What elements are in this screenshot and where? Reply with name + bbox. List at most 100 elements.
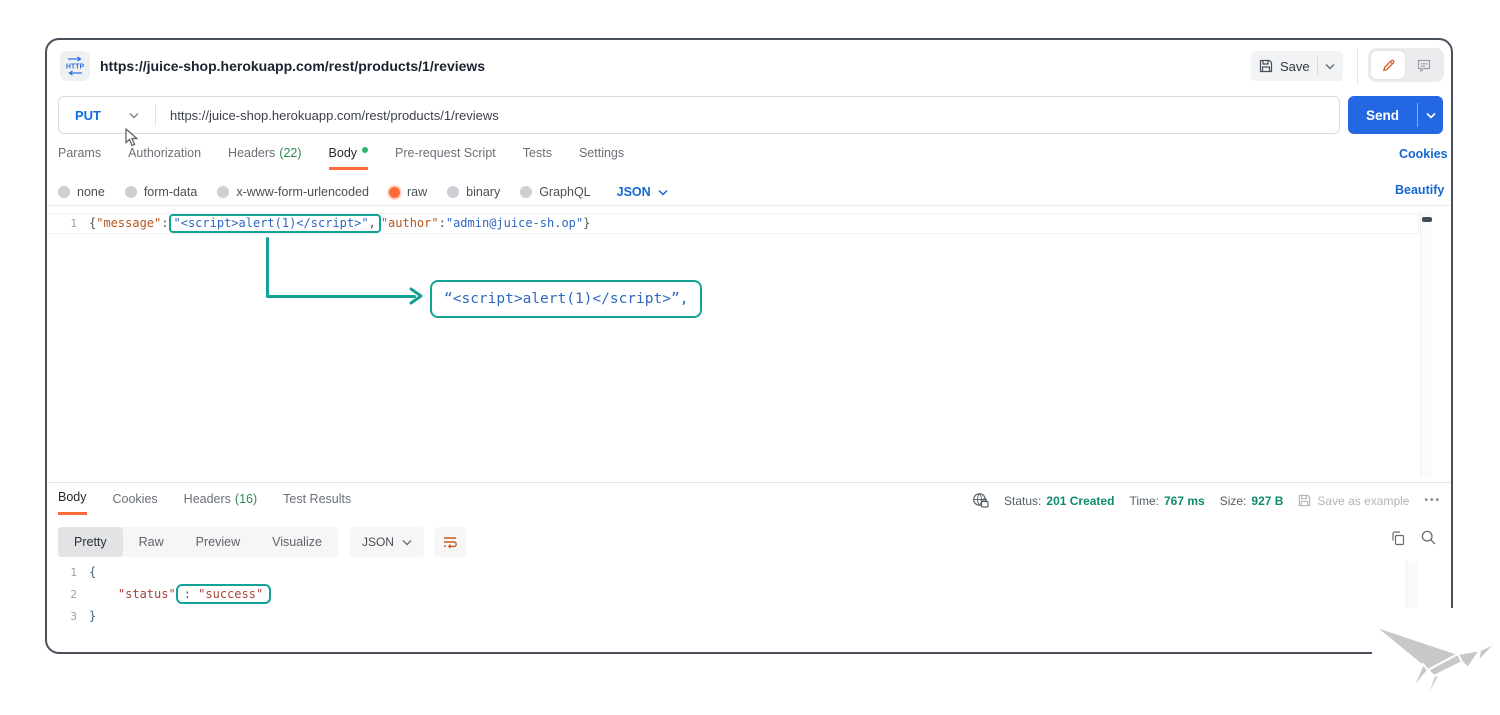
request-tabs: Params Authorization Headers(22) Body Pr…: [58, 146, 624, 172]
body-modified-dot: [362, 147, 368, 153]
annotation-connector-horizontal: [266, 295, 416, 298]
send-options-chevron-icon[interactable]: [1417, 103, 1443, 127]
mode-x-www-form-urlencoded[interactable]: x-www-form-urlencoded: [217, 185, 369, 199]
radio-icon[interactable]: [58, 186, 70, 198]
response-tab-cookies[interactable]: Cookies: [113, 489, 158, 515]
mode-raw[interactable]: raw: [389, 185, 427, 199]
floppy-icon: [1259, 59, 1273, 73]
language-dropdown[interactable]: JSON: [617, 185, 668, 199]
success-value-highlight: : "success": [176, 584, 271, 604]
response-tab-test-results[interactable]: Test Results: [283, 489, 351, 515]
annotation-arrowhead-icon: [408, 287, 424, 305]
response-line-2: 2 "status": "success": [47, 583, 1451, 605]
callout-text: “<script>alert(1)</script>”,: [444, 291, 688, 307]
request-body-editor[interactable]: 1 {"message":"<script>alert(1)</script>"…: [47, 205, 1451, 481]
radio-icon[interactable]: [217, 186, 229, 198]
http-request-icon: HTTP: [60, 51, 90, 81]
comment-icon: [1416, 57, 1432, 73]
view-tab-pretty[interactable]: Pretty: [58, 527, 123, 557]
mode-none[interactable]: none: [58, 185, 105, 199]
mode-graphql[interactable]: GraphQL: [520, 185, 590, 199]
body-mode-row: none form-data x-www-form-urlencoded raw…: [58, 182, 668, 202]
radio-selected-icon[interactable]: [389, 187, 400, 198]
save-button[interactable]: Save: [1251, 51, 1343, 81]
response-body-viewer: 1 { 2 "status": "success" 3 }: [47, 561, 1451, 627]
response-language-dropdown[interactable]: JSON: [350, 527, 424, 557]
tab-authorization[interactable]: Authorization: [128, 146, 201, 167]
time-badge: Time:767 ms: [1129, 494, 1204, 508]
divider: [1357, 48, 1358, 84]
response-tab-headers[interactable]: Headers(16): [184, 489, 257, 515]
divider: [47, 482, 1451, 483]
doc-comment-toggle: [1368, 48, 1444, 82]
radio-icon[interactable]: [125, 186, 137, 198]
tab-pre-request-script[interactable]: Pre-request Script: [395, 146, 496, 167]
response-meta: Status:201 Created Time:767 ms Size:927 …: [972, 492, 1441, 509]
wrap-lines-button[interactable]: [434, 527, 466, 557]
chevron-down-icon: [402, 539, 412, 546]
response-line-3: 3 }: [47, 605, 1451, 627]
editor-line-1[interactable]: 1 {"message":"<script>alert(1)</script>"…: [47, 213, 1419, 234]
tab-settings[interactable]: Settings: [579, 146, 624, 167]
language-value: JSON: [617, 185, 651, 199]
chevron-down-icon: [129, 112, 139, 119]
send-button-label: Send: [1348, 108, 1417, 123]
edit-mode-button[interactable]: [1371, 51, 1405, 79]
pencil-icon: [1381, 58, 1396, 73]
tab-headers[interactable]: Headers(22): [228, 146, 301, 167]
xss-payload-callout: “<script>alert(1)</script>”,: [430, 280, 702, 318]
send-button[interactable]: Send: [1348, 96, 1443, 134]
more-options-icon[interactable]: •••: [1424, 495, 1441, 506]
wrap-lines-icon: [442, 535, 458, 549]
mouse-cursor-icon: [125, 128, 141, 147]
copy-icon[interactable]: [1390, 530, 1406, 546]
request-title: https://juice-shop.herokuapp.com/rest/pr…: [100, 58, 485, 74]
url-input[interactable]: https://juice-shop.herokuapp.com/rest/pr…: [156, 108, 499, 123]
request-json-line: {"message":"<script>alert(1)</script>","…: [89, 214, 590, 233]
tab-body[interactable]: Body: [329, 146, 369, 170]
url-bar: PUT https://juice-shop.herokuapp.com/res…: [58, 96, 1340, 134]
mode-form-data[interactable]: form-data: [125, 185, 198, 199]
beautify-link[interactable]: Beautify: [1395, 183, 1444, 197]
annotation-connector-vertical: [266, 237, 269, 297]
save-options-chevron-icon[interactable]: [1325, 63, 1335, 70]
origami-bird-logo: [1368, 612, 1500, 714]
network-lock-icon[interactable]: [972, 492, 989, 509]
save-button-label: Save: [1280, 59, 1310, 74]
save-as-example-button[interactable]: Save as example: [1298, 494, 1409, 508]
screenshot-root: HTTP https://juice-shop.herokuapp.com/re…: [0, 0, 1500, 715]
cookies-link[interactable]: Cookies: [1399, 147, 1448, 161]
divider: [1317, 57, 1318, 75]
view-tab-visualize[interactable]: Visualize: [256, 527, 338, 557]
headers-count: (22): [279, 146, 301, 160]
search-icon[interactable]: [1420, 529, 1437, 546]
response-view-switcher: Pretty Raw Preview Visualize: [58, 527, 338, 557]
api-client-window: HTTP https://juice-shop.herokuapp.com/re…: [45, 38, 1453, 654]
floppy-icon: [1298, 494, 1311, 507]
response-line-1: 1 {: [47, 561, 1451, 583]
radio-icon[interactable]: [520, 186, 532, 198]
comments-button[interactable]: [1407, 51, 1441, 79]
tab-tests[interactable]: Tests: [523, 146, 552, 167]
response-actions: [1390, 529, 1437, 546]
view-tab-preview[interactable]: Preview: [180, 527, 256, 557]
response-toolbar: Pretty Raw Preview Visualize JSON: [58, 527, 466, 557]
radio-icon[interactable]: [447, 186, 459, 198]
status-badge: Status:201 Created: [1004, 494, 1114, 508]
xss-payload-highlight: "<script>alert(1)</script>",: [169, 214, 381, 233]
response-tabs: Body Cookies Headers(16) Test Results: [58, 489, 351, 515]
tab-params[interactable]: Params: [58, 146, 101, 167]
response-headers-count: (16): [235, 492, 257, 506]
chevron-down-icon: [658, 189, 668, 196]
mode-binary[interactable]: binary: [447, 185, 500, 199]
method-value: PUT: [75, 108, 101, 123]
size-badge: Size:927 B: [1220, 494, 1284, 508]
response-language-value: JSON: [362, 535, 394, 549]
method-dropdown[interactable]: PUT: [59, 108, 155, 123]
svg-text:HTTP: HTTP: [66, 64, 85, 71]
editor-scrollbar[interactable]: [1420, 211, 1432, 477]
editor-scrollbar-thumb[interactable]: [1422, 217, 1432, 222]
response-tab-body[interactable]: Body: [58, 489, 87, 515]
view-tab-raw[interactable]: Raw: [123, 527, 180, 557]
line-number: 1: [47, 217, 89, 230]
